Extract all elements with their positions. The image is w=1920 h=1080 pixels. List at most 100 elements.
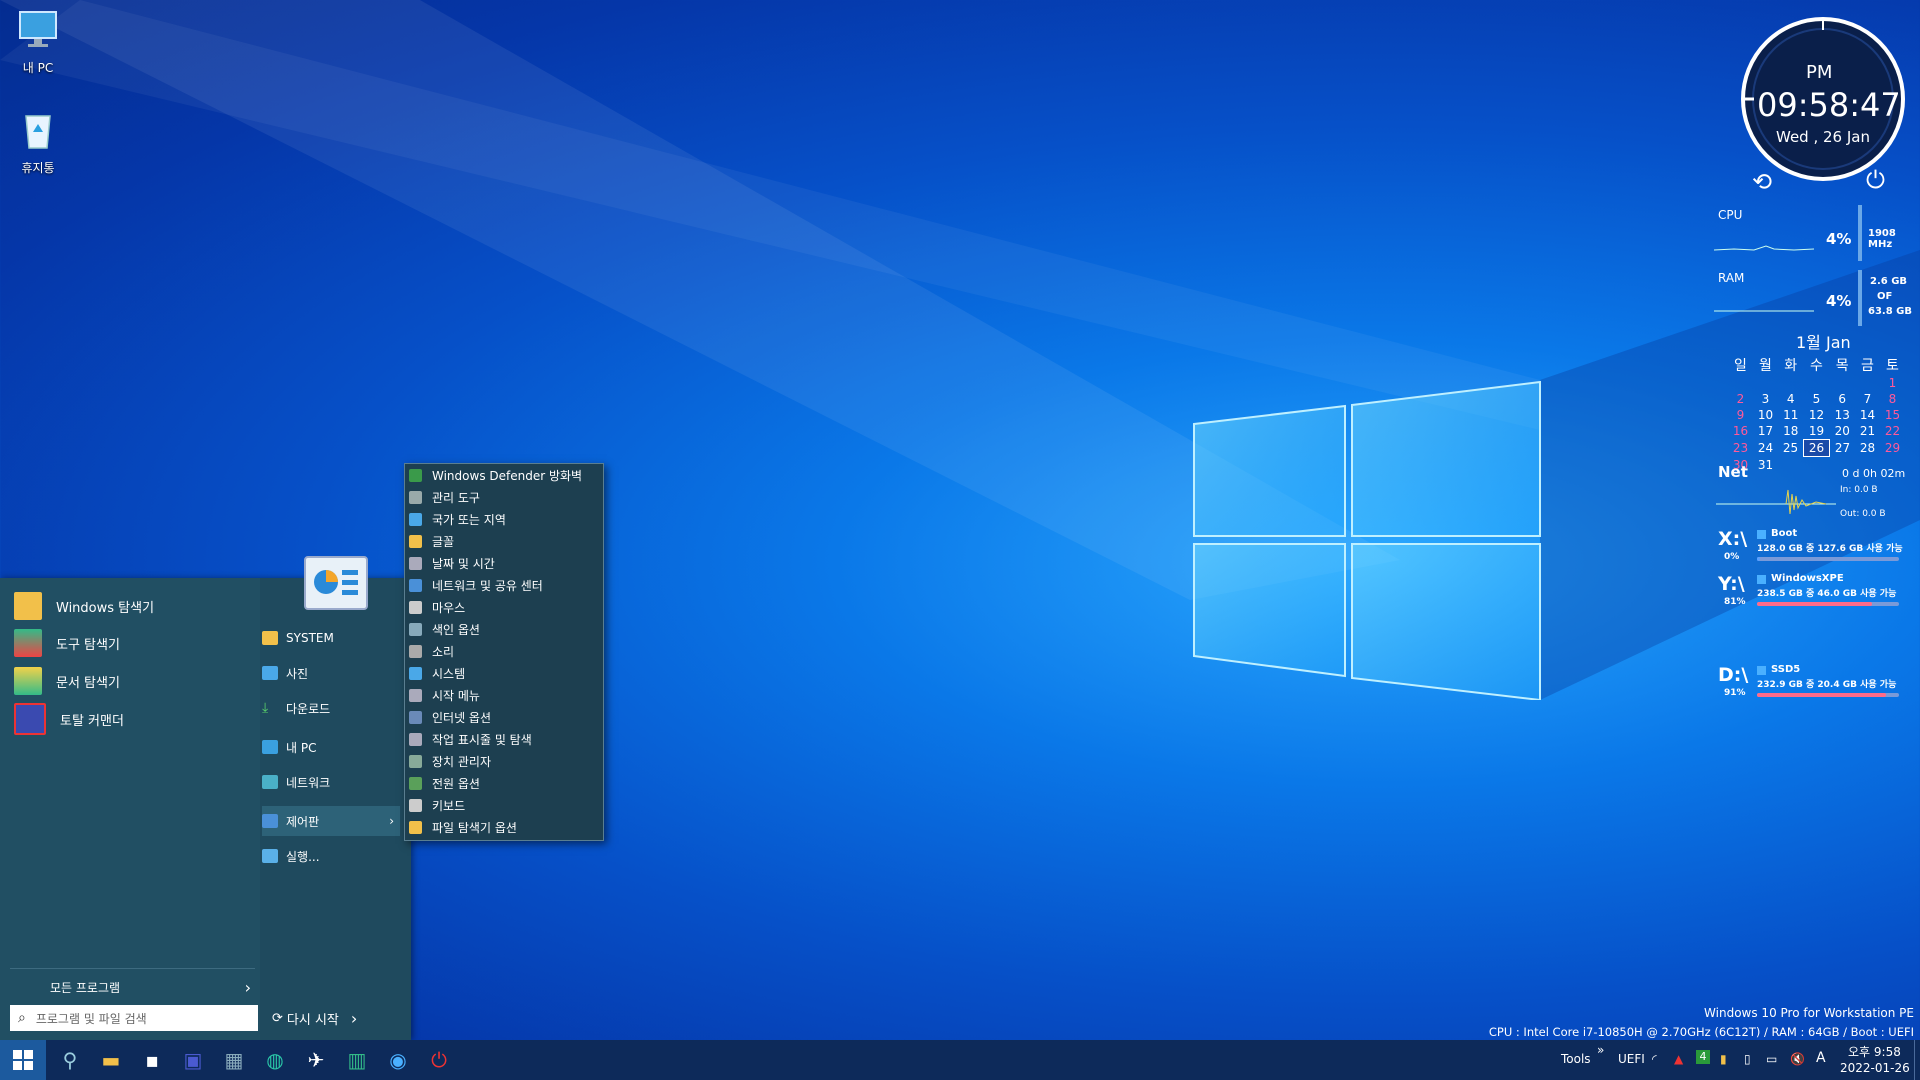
taskbar-app[interactable]: ▦ [220, 1046, 248, 1074]
ime-indicator[interactable]: A [1816, 1050, 1826, 1066]
submenu-item[interactable]: 파일 탐색기 옵션 [405, 816, 603, 838]
search-box[interactable]: ⌕ 프로그램 및 파일 검색 [10, 1005, 258, 1031]
tray-tools-label[interactable]: Tools [1561, 1052, 1591, 1066]
chevron-up-icon[interactable]: » [1597, 1043, 1604, 1057]
calendar-day[interactable]: 6 [1830, 391, 1856, 407]
submenu-item[interactable]: 인터넷 옵션 [405, 706, 603, 728]
calendar-day[interactable]: 15 [1880, 407, 1905, 423]
calendar-day[interactable]: 27 [1830, 440, 1856, 457]
drive-letter: D:\ [1718, 664, 1749, 686]
place-my-pc[interactable]: 내 PC [262, 732, 402, 762]
calendar-day[interactable]: 5 [1804, 391, 1830, 407]
place-system[interactable]: SYSTEM [262, 623, 402, 653]
taskbar-app[interactable]: ⏻ [425, 1046, 453, 1074]
calendar-day[interactable]: 26 [1803, 439, 1830, 457]
calendar-day[interactable]: 9 [1728, 407, 1753, 423]
calendar-day[interactable] [1778, 457, 1804, 474]
calendar-day[interactable]: 7 [1855, 391, 1880, 407]
calendar-day[interactable]: 10 [1753, 407, 1778, 423]
taskbar-app[interactable]: ⚲ [56, 1046, 84, 1074]
calendar-day[interactable]: 13 [1830, 407, 1856, 423]
calendar-day[interactable]: 3 [1753, 391, 1778, 407]
calendar-day[interactable] [1778, 375, 1804, 391]
tray-badge[interactable]: 4 [1696, 1050, 1710, 1064]
desktop-icon-recycle-bin[interactable]: 휴지통 [0, 108, 78, 176]
calendar-day[interactable] [1804, 457, 1830, 474]
submenu-item[interactable]: 날짜 및 시간 [405, 552, 603, 574]
calendar-day[interactable] [1753, 375, 1778, 391]
calendar-day[interactable]: 1 [1880, 375, 1905, 391]
submenu-item-label: 파일 탐색기 옵션 [432, 820, 517, 835]
calendar-day[interactable]: 25 [1778, 440, 1804, 457]
triangle-icon[interactable]: ▲ [1674, 1052, 1683, 1066]
submenu-item[interactable]: 소리 [405, 640, 603, 662]
calendar-day[interactable] [1728, 375, 1753, 391]
calendar-day[interactable]: 29 [1880, 440, 1905, 457]
battery-icon[interactable]: ▭ [1766, 1052, 1777, 1066]
place-run[interactable]: 실행... [262, 841, 402, 871]
tools-icon: ▥ [347, 1048, 367, 1072]
refresh-icon[interactable]: ⟲ [1752, 168, 1772, 196]
submenu-item[interactable]: 작업 표시줄 및 탐색 [405, 728, 603, 750]
taskbar-date[interactable]: 2022-01-26 [1840, 1061, 1910, 1075]
calendar-day[interactable]: 2 [1728, 391, 1753, 407]
place-pictures[interactable]: 사진 [262, 658, 402, 688]
calendar-day[interactable] [1855, 375, 1880, 391]
usb-icon[interactable]: ▮ [1720, 1052, 1727, 1066]
submenu-item[interactable]: 글꼴 [405, 530, 603, 552]
submenu-item[interactable]: 색인 옵션 [405, 618, 603, 640]
place-network[interactable]: 네트워크 [262, 767, 402, 797]
place-downloads[interactable]: ⤓ 다운로드 [262, 693, 402, 723]
calendar-day[interactable]: 17 [1753, 423, 1778, 440]
submenu-item[interactable]: 시작 메뉴 [405, 684, 603, 706]
taskbar-app[interactable]: ▬ [97, 1046, 125, 1074]
start-program-total-commander[interactable]: 토탈 커맨더 [14, 703, 124, 735]
submenu-item[interactable]: 장치 관리자 [405, 750, 603, 772]
taskbar-app[interactable]: ◉ [384, 1046, 412, 1074]
start-button[interactable] [0, 1040, 46, 1080]
all-programs-button[interactable]: 모든 프로그램 › [50, 977, 255, 997]
calendar-day[interactable]: 14 [1855, 407, 1880, 423]
calendar-day[interactable]: 28 [1855, 440, 1880, 457]
calendar-day[interactable]: 4 [1778, 391, 1804, 407]
calendar-day[interactable]: 23 [1728, 440, 1753, 457]
calendar-day[interactable]: 22 [1880, 423, 1905, 440]
speaker-muted-icon[interactable]: 🔇 [1790, 1052, 1805, 1066]
calendar-day[interactable]: 12 [1804, 407, 1830, 423]
submenu-item[interactable]: 전원 옵션 [405, 772, 603, 794]
calendar-day[interactable] [1830, 375, 1856, 391]
power-icon[interactable]: ⏻ [1866, 166, 1885, 194]
place-control-panel[interactable]: 제어판 › [262, 806, 400, 836]
calendar-day[interactable]: 8 [1880, 391, 1905, 407]
submenu-item[interactable]: 시스템 [405, 662, 603, 684]
submenu-item[interactable]: 네트워크 및 공유 센터 [405, 574, 603, 596]
calendar-day[interactable]: 20 [1830, 423, 1856, 440]
start-program-tools-explorer[interactable]: 도구 탐색기 [14, 627, 120, 659]
wifi-icon[interactable]: ◜ [1652, 1052, 1657, 1066]
taskbar-app[interactable]: ▪ [138, 1046, 166, 1074]
calendar-day[interactable] [1804, 375, 1830, 391]
start-program-document-explorer[interactable]: 문서 탐색기 [14, 665, 120, 697]
taskbar-app[interactable]: ✈ [302, 1046, 330, 1074]
taskbar-time[interactable]: 오후 9:58 [1848, 1043, 1901, 1060]
calendar-day[interactable]: 24 [1753, 440, 1778, 457]
submenu-item[interactable]: 관리 도구 [405, 486, 603, 508]
taskbar-app[interactable]: ▣ [179, 1046, 207, 1074]
calendar-day[interactable]: 16 [1728, 423, 1753, 440]
restart-button[interactable]: ⟳ 다시 시작 › [272, 1008, 372, 1028]
calendar-day[interactable]: 31 [1753, 457, 1778, 474]
submenu-item[interactable]: Windows Defender 방화벽 [405, 464, 603, 486]
desktop-icon-my-pc[interactable]: 내 PC [0, 8, 78, 76]
start-program-windows-explorer[interactable]: Windows 탐색기 [14, 590, 154, 622]
calendar-day[interactable]: 21 [1855, 423, 1880, 440]
submenu-item[interactable]: 마우스 [405, 596, 603, 618]
show-desktop-button[interactable] [1914, 1040, 1920, 1080]
submenu-item[interactable]: 국가 또는 지역 [405, 508, 603, 530]
calendar-day[interactable]: 11 [1778, 407, 1804, 423]
taskbar-app[interactable]: ◍ [261, 1046, 289, 1074]
cable-icon[interactable]: ▯ [1744, 1052, 1751, 1066]
calendar-day[interactable]: 18 [1778, 423, 1804, 440]
calendar-day[interactable]: 19 [1804, 423, 1830, 440]
submenu-item[interactable]: 키보드 [405, 794, 603, 816]
taskbar-app[interactable]: ▥ [343, 1046, 371, 1074]
